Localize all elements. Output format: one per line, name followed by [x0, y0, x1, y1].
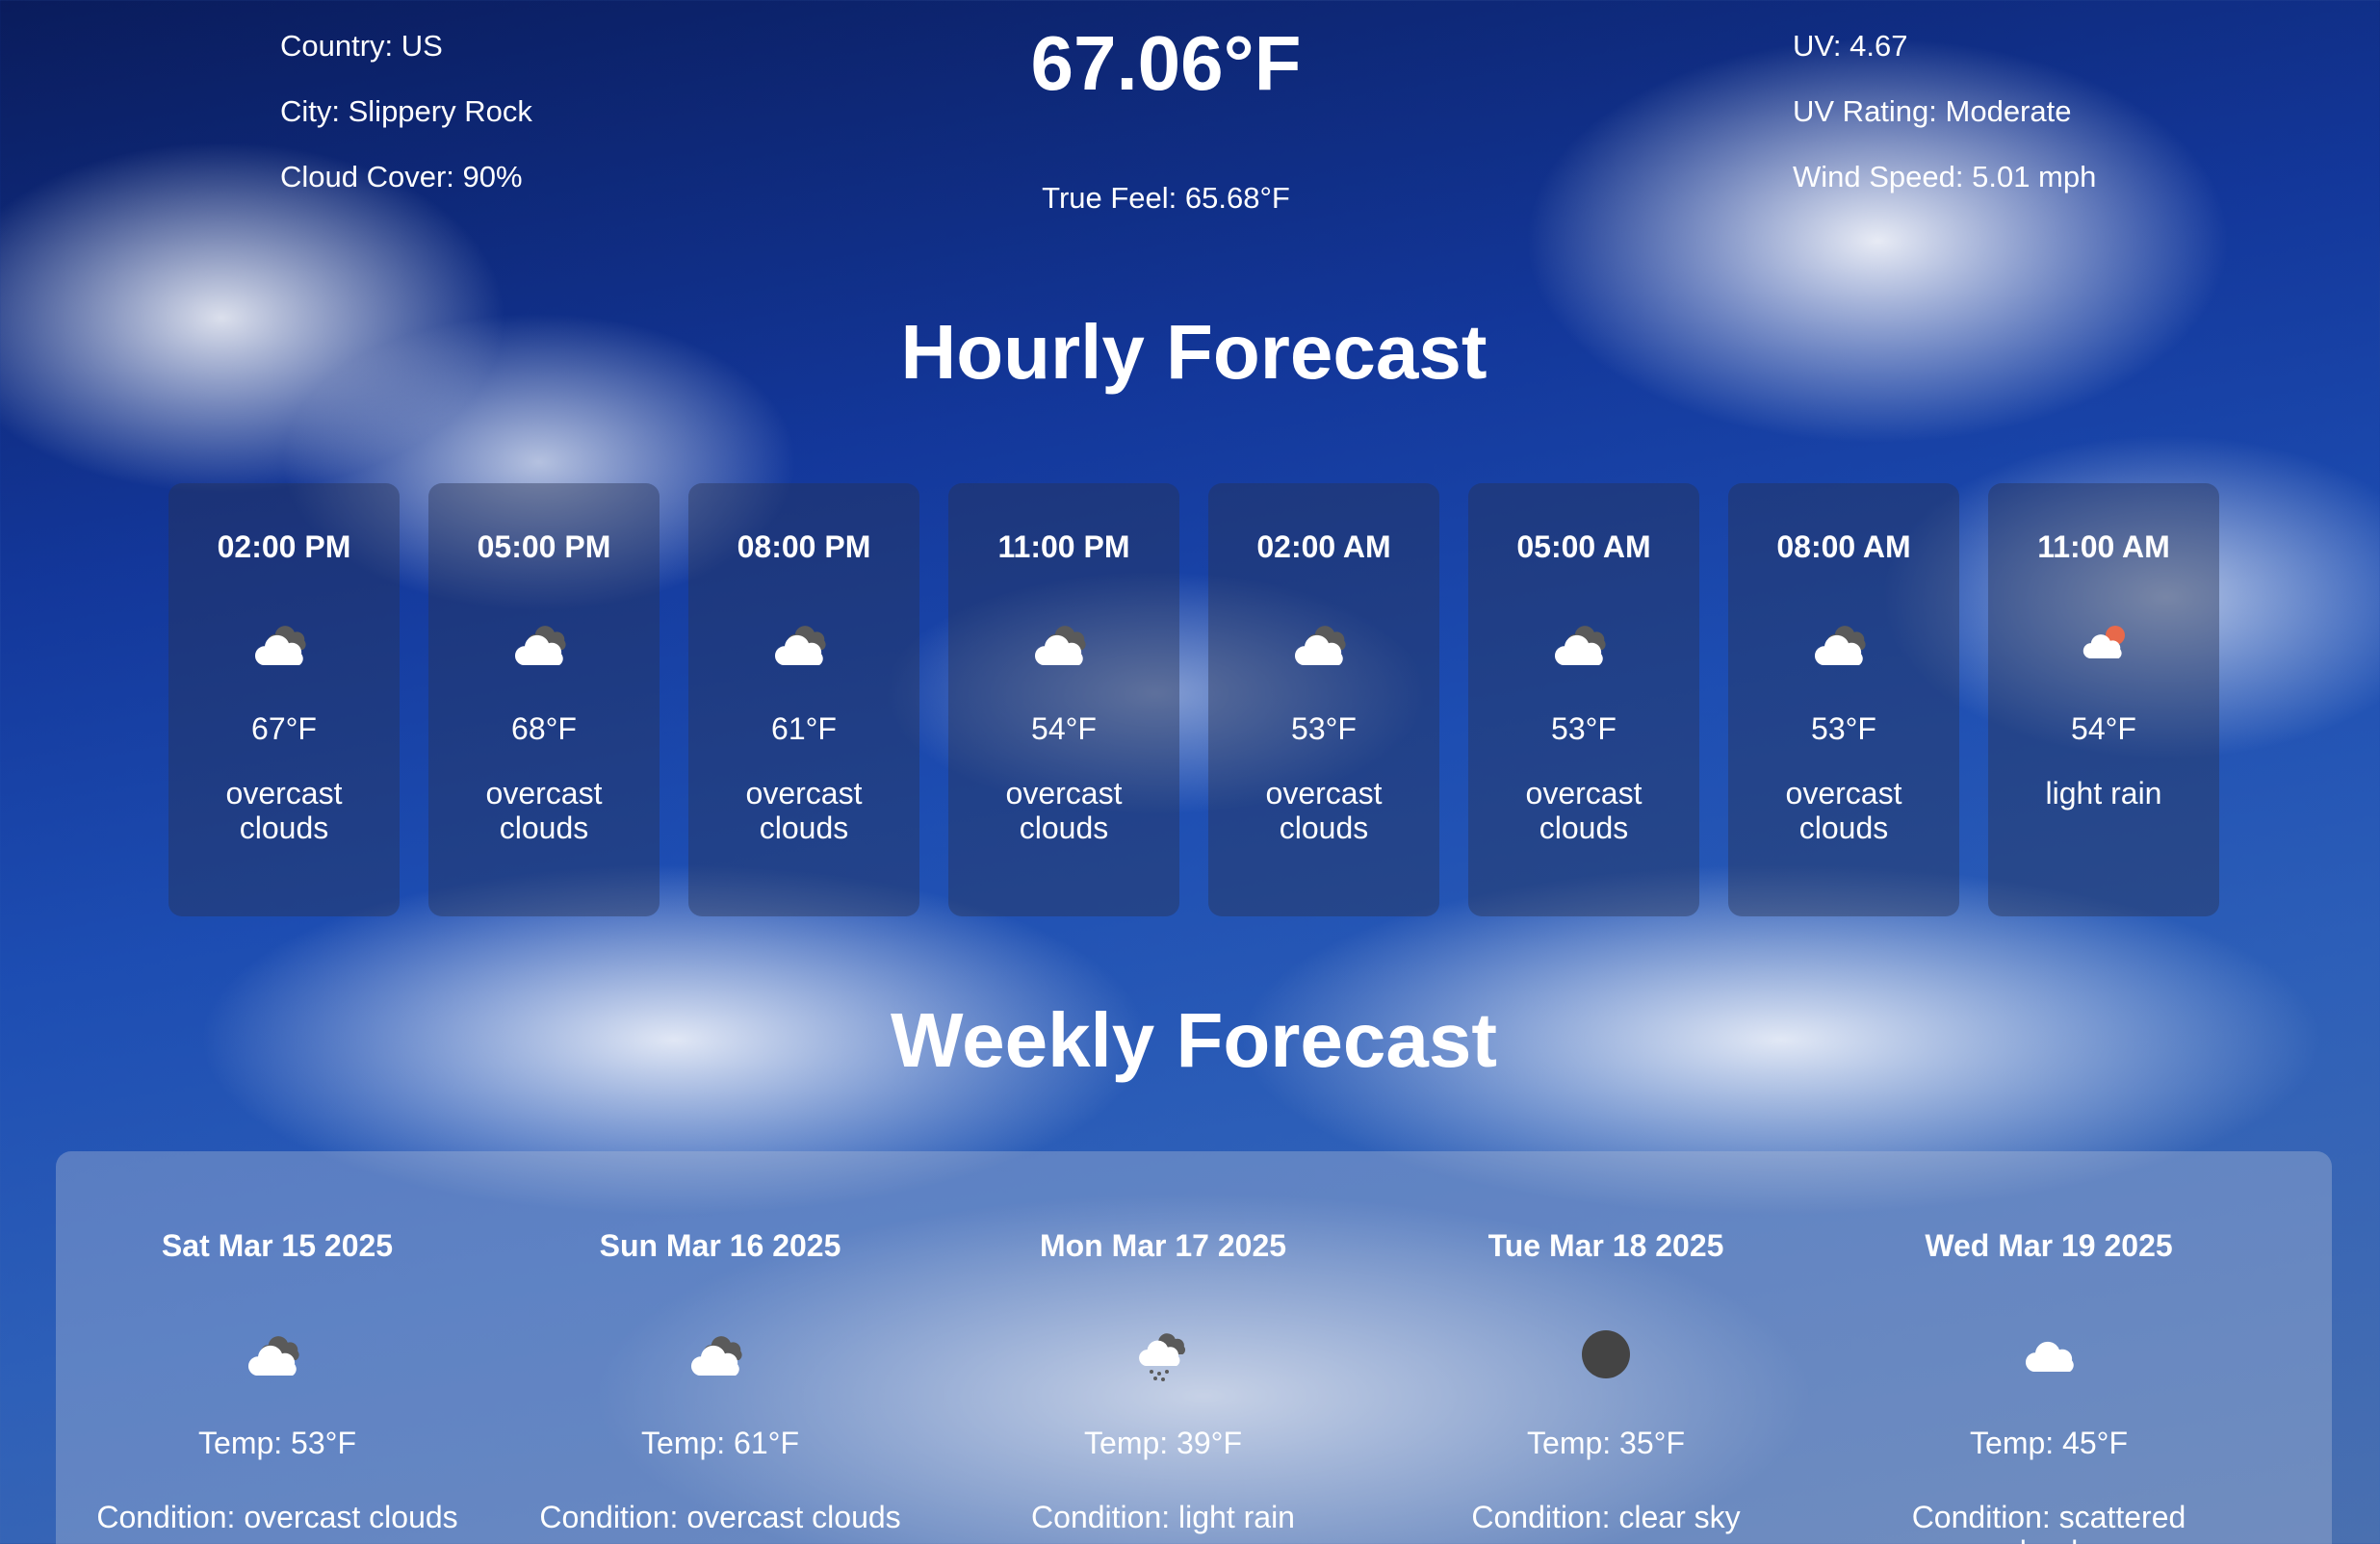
overcast-clouds-icon: [428, 615, 660, 673]
hourly-card: 02:00 PM 67°F overcast clouds: [168, 483, 400, 916]
hourly-card: 08:00 AM 53°F overcast clouds: [1728, 483, 1959, 916]
day-condition: Condition: light rain: [1031, 1500, 1295, 1534]
uv-label: UV: 4.67: [1793, 29, 1908, 63]
day-temp: Temp: 61°F: [641, 1426, 799, 1460]
overcast-clouds-icon: [499, 1324, 942, 1385]
day-date: Mon Mar 17 2025: [1039, 1228, 1287, 1263]
overcast-clouds-icon: [688, 615, 919, 673]
hour-description: overcast clouds: [1005, 776, 1123, 845]
hour-time: 02:00 PM: [217, 529, 351, 564]
day-condition: Condition: overcast clouds: [539, 1500, 901, 1534]
hour-time: 08:00 PM: [737, 529, 871, 564]
daily-forecast: Sat Mar 15 2025 Temp: 53°F Condition: ov…: [56, 1151, 499, 1544]
hour-temp: 61°F: [771, 711, 837, 746]
weekly-forecast-panel: Sat Mar 15 2025 Temp: 53°F Condition: ov…: [56, 1151, 2332, 1544]
hour-time: 05:00 AM: [1516, 529, 1651, 564]
daily-forecast: Tue Mar 18 2025 Temp: 35°F Condition: cl…: [1384, 1151, 1827, 1544]
hour-description: overcast clouds: [745, 776, 863, 845]
hour-temp: 54°F: [1031, 711, 1097, 746]
hourly-card: 05:00 PM 68°F overcast clouds: [428, 483, 660, 916]
conditions-info: UV: 4.67 UV Rating: Moderate Wind Speed:…: [1793, 13, 2096, 210]
day-temp: Temp: 39°F: [1084, 1426, 1242, 1460]
overcast-clouds-icon: [948, 615, 1179, 673]
overcast-clouds-icon: [168, 615, 400, 673]
hourly-card: 11:00 AM 54°F light rain: [1988, 483, 2219, 916]
uv-rating-label: UV Rating: Moderate: [1793, 94, 2072, 128]
hour-time: 02:00 AM: [1256, 529, 1391, 564]
weekly-forecast-title: Weekly Forecast: [891, 997, 1497, 1083]
hourly-card: 11:00 PM 54°F overcast clouds: [948, 483, 1179, 916]
cloud-icon: [1827, 1324, 2270, 1385]
hourly-card: 08:00 PM 61°F overcast clouds: [688, 483, 919, 916]
hour-description: overcast clouds: [1265, 776, 1383, 845]
hourly-forecast-title: Hourly Forecast: [900, 309, 1488, 395]
hourly-forecast-list: 02:00 PM 67°F overcast clouds 05:00 PM 6…: [168, 483, 2219, 916]
hour-description: overcast clouds: [485, 776, 603, 845]
day-date: Tue Mar 18 2025: [1488, 1228, 1724, 1263]
overcast-clouds-icon: [1728, 615, 1959, 673]
hour-temp: 53°F: [1291, 711, 1357, 746]
day-date: Sun Mar 16 2025: [599, 1228, 841, 1263]
hour-description: overcast clouds: [225, 776, 343, 845]
hour-temp: 68°F: [511, 711, 577, 746]
hour-temp: 67°F: [251, 711, 317, 746]
light-rain-sun-icon: [1988, 615, 2219, 673]
hour-temp: 53°F: [1811, 711, 1876, 746]
day-condition: Condition: overcast clouds: [96, 1500, 458, 1534]
hour-description: light rain: [2045, 776, 2162, 811]
rain-cloud-icon: [942, 1324, 1384, 1385]
day-condition: Condition: clear sky: [1471, 1500, 1741, 1534]
overcast-clouds-icon: [56, 1324, 499, 1385]
day-condition: Condition: scattered clouds: [1911, 1500, 2186, 1544]
day-temp: Temp: 53°F: [198, 1426, 356, 1460]
hour-temp: 53°F: [1551, 711, 1617, 746]
hour-time: 05:00 PM: [477, 529, 611, 564]
day-date: Wed Mar 19 2025: [1925, 1228, 2173, 1263]
overcast-clouds-icon: [1208, 615, 1439, 673]
hourly-card: 02:00 AM 53°F overcast clouds: [1208, 483, 1439, 916]
clear-night-icon: [1384, 1324, 1827, 1385]
hour-temp: 54°F: [2071, 711, 2136, 746]
overcast-clouds-icon: [1468, 615, 1699, 673]
hour-time: 11:00 PM: [997, 529, 1130, 564]
hour-time: 08:00 AM: [1776, 529, 1911, 564]
day-date: Sat Mar 15 2025: [161, 1228, 394, 1263]
daily-forecast: Wed Mar 19 2025 Temp: 45°F Condition: sc…: [1827, 1151, 2270, 1544]
day-temp: Temp: 35°F: [1527, 1426, 1685, 1460]
daily-forecast: Mon Mar 17 2025 Temp: 39°F Condition: li…: [942, 1151, 1384, 1544]
day-temp: Temp: 45°F: [1970, 1426, 2128, 1460]
wind-speed-label: Wind Speed: 5.01 mph: [1793, 160, 2097, 193]
hour-description: overcast clouds: [1785, 776, 1902, 845]
hour-time: 11:00 AM: [2037, 529, 2170, 564]
hour-description: overcast clouds: [1525, 776, 1643, 845]
daily-forecast: Sun Mar 16 2025 Temp: 61°F Condition: ov…: [499, 1151, 942, 1544]
hourly-card: 05:00 AM 53°F overcast clouds: [1468, 483, 1699, 916]
